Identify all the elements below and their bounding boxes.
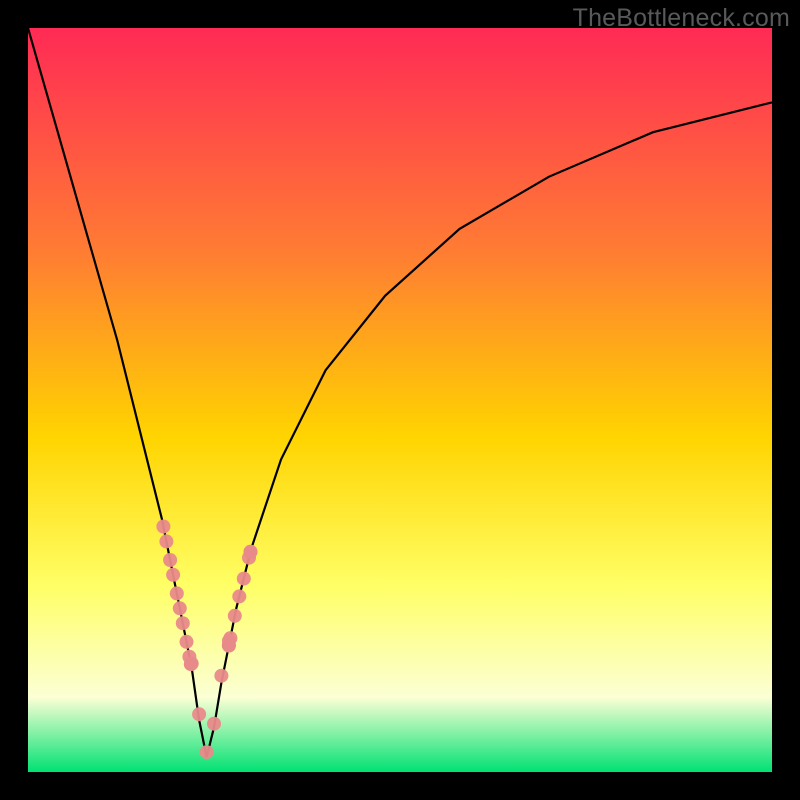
- marker-dots: [156, 520, 257, 760]
- marker-dot: [222, 634, 236, 648]
- marker-dot: [207, 717, 221, 731]
- marker-dot: [237, 572, 251, 586]
- marker-dot: [232, 589, 246, 603]
- marker-dot: [192, 707, 206, 721]
- marker-dot: [244, 545, 258, 559]
- marker-dot: [170, 586, 184, 600]
- marker-dot: [214, 669, 228, 683]
- marker-dot: [173, 601, 187, 615]
- marker-dot: [159, 534, 173, 548]
- marker-dot: [156, 520, 170, 534]
- marker-dot: [166, 568, 180, 582]
- marker-dot: [200, 745, 214, 759]
- bottleneck-curve: [28, 28, 772, 772]
- marker-dot: [180, 635, 194, 649]
- marker-dot: [163, 553, 177, 567]
- marker-dot: [185, 657, 199, 671]
- plot-area: [28, 28, 772, 772]
- chart-frame: TheBottleneck.com: [0, 0, 800, 800]
- marker-dot: [176, 616, 190, 630]
- watermark-text: TheBottleneck.com: [573, 4, 790, 33]
- marker-dot: [228, 609, 242, 623]
- bottleneck-curve-path: [28, 28, 772, 757]
